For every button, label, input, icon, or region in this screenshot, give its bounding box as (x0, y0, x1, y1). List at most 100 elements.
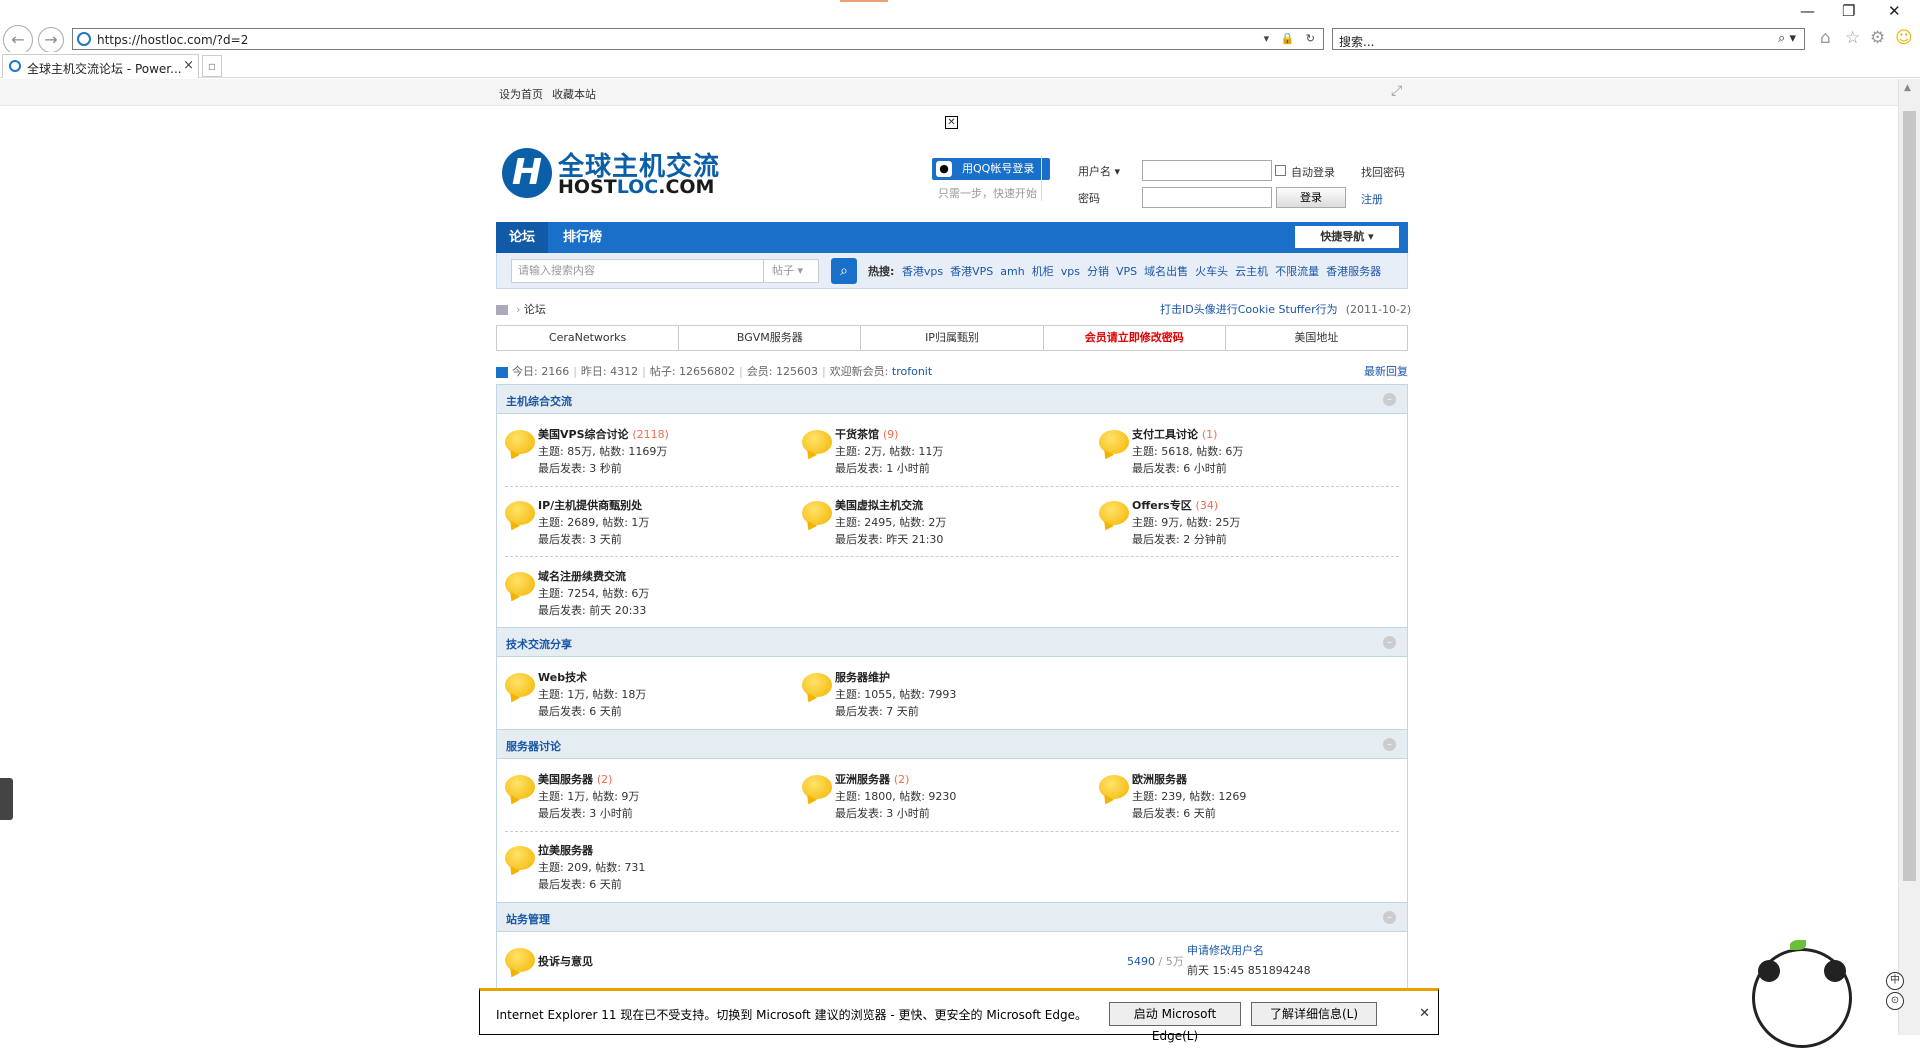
close-icon[interactable]: ✕ (1419, 1006, 1430, 1021)
new-member-link[interactable]: trofonit (892, 365, 932, 378)
username-input[interactable] (1142, 160, 1272, 181)
home-icon[interactable]: ⌂ (1820, 28, 1831, 48)
forum-item[interactable]: 域名注册续费交流 主题: 7254, 帖数: 6万 最后发表: 前天 20:33 (497, 566, 787, 622)
scroll-up-icon[interactable]: ▲ (1904, 83, 1911, 93)
auto-login-checkbox[interactable] (1275, 165, 1286, 176)
learn-more-button[interactable]: 了解详细信息(L) (1251, 1002, 1377, 1026)
password-input[interactable] (1142, 187, 1272, 208)
breadcrumb-current[interactable]: 论坛 (524, 303, 546, 316)
forgot-password-link[interactable]: 找回密码 (1361, 164, 1405, 180)
site-logo[interactable]: H 全球主机交流 HOSTLOC.COM (500, 146, 740, 208)
forum-last-post[interactable]: 最后发表: 6 天前 (538, 876, 622, 892)
side-widget[interactable] (0, 778, 13, 820)
collapse-icon[interactable]: – (1383, 911, 1396, 924)
favorite-link[interactable]: 收藏本站 (552, 86, 596, 102)
forum-item[interactable]: 干货茶馆 (9) 主题: 2万, 帖数: 11万 最后发表: 1 小时前 (794, 424, 1084, 480)
hot-link[interactable]: 火车头 (1195, 265, 1228, 278)
forum-search-input[interactable]: 请输入搜索内容 (511, 259, 766, 283)
hot-link[interactable]: VPS (1116, 265, 1137, 278)
search-type-select[interactable]: 帖子 ▾ (763, 259, 819, 283)
ad-link-alert[interactable]: 会员请立即修改密码 (1044, 326, 1226, 350)
home-icon[interactable] (496, 305, 508, 315)
forum-name[interactable]: 投诉与意见 (538, 953, 593, 969)
address-url[interactable]: https://hostloc.com/?d=2 (97, 33, 248, 47)
forum-last-post[interactable]: 最后发表: 6 小时前 (1132, 460, 1227, 476)
scroll-thumb[interactable] (1903, 111, 1916, 881)
hot-link[interactable]: 分销 (1087, 265, 1109, 278)
search-icon[interactable]: ⌕ ▾ (1778, 31, 1796, 46)
forum-name[interactable]: 干货茶馆 (9) (835, 426, 898, 442)
collapse-icon[interactable]: – (1383, 738, 1396, 751)
set-home-link[interactable]: 设为首页 (499, 86, 543, 102)
qq-login-button[interactable]: ● 用QQ帐号登录 (932, 158, 1050, 180)
forum-last-post[interactable]: 最后发表: 3 小时前 (538, 805, 633, 821)
forum-last-post[interactable]: 最后发表: 3 秒前 (538, 460, 622, 476)
collapse-icon[interactable]: – (1383, 393, 1396, 406)
collapse-icon[interactable]: – (1383, 636, 1396, 649)
category-title[interactable]: 技术交流分享 (506, 636, 572, 652)
minimize-icon[interactable]: — (1800, 2, 1815, 20)
forum-name[interactable]: 服务器维护 (835, 669, 890, 685)
favorites-star-icon[interactable]: ☆ (1845, 28, 1860, 48)
ad-link[interactable]: IP归属甄别 (861, 326, 1044, 350)
ime-mode-icon[interactable]: 中 (1886, 972, 1904, 990)
vertical-scrollbar[interactable]: ▲ (1898, 79, 1920, 1035)
forum-item[interactable]: 欧洲服务器 主题: 239, 帖数: 1269 最后发表: 6 天前 (1091, 769, 1381, 825)
hot-link[interactable]: 机柜 (1032, 265, 1054, 278)
back-icon[interactable]: ← (3, 25, 33, 55)
auto-login-label[interactable]: 自动登录 (1291, 164, 1335, 180)
nav-forum[interactable]: 论坛 (496, 222, 549, 253)
ime-option-icon[interactable]: ⊙ (1886, 992, 1904, 1010)
hot-link[interactable]: 云主机 (1235, 265, 1268, 278)
settings-gear-icon[interactable]: ⚙ (1870, 28, 1885, 48)
latest-replies-link[interactable]: 最新回复 (1364, 363, 1408, 379)
register-link[interactable]: 注册 (1361, 191, 1383, 207)
forum-item[interactable]: IP/主机提供商甄别处 主题: 2689, 帖数: 1万 最后发表: 3 天前 (497, 495, 787, 551)
forum-name[interactable]: 美国虚拟主机交流 (835, 497, 923, 513)
forum-last-post[interactable]: 最后发表: 前天 20:33 (538, 602, 646, 618)
category-title[interactable]: 主机综合交流 (506, 393, 572, 409)
forum-item[interactable]: 美国虚拟主机交流 主题: 2495, 帖数: 2万 最后发表: 昨天 21:30 (794, 495, 1084, 551)
forum-item[interactable]: Offers专区 (34) 主题: 9万, 帖数: 25万 最后发表: 2 分钟前 (1091, 495, 1381, 551)
forward-icon[interactable]: → (38, 27, 64, 53)
username-label[interactable]: 用户名 ▾ (1078, 163, 1120, 179)
hot-link[interactable]: 域名出售 (1144, 265, 1188, 278)
category-title[interactable]: 服务器讨论 (506, 738, 561, 754)
forum-last-post[interactable]: 最后发表: 7 天前 (835, 703, 919, 719)
forum-item[interactable]: Web技术 主题: 1万, 帖数: 18万 最后发表: 6 天前 (497, 667, 787, 723)
forum-last-post[interactable]: 最后发表: 1 小时前 (835, 460, 930, 476)
category-title[interactable]: 站务管理 (506, 911, 550, 927)
hot-link[interactable]: amh (1000, 265, 1024, 278)
hot-link[interactable]: 不限流量 (1275, 265, 1319, 278)
hot-link[interactable]: 香港vps (902, 265, 943, 278)
fullscreen-icon[interactable]: ⤢ (1391, 83, 1402, 99)
browser-tab[interactable]: 全球主机交流论坛 - Power... × (2, 54, 199, 78)
forum-last-post[interactable]: 最后发表: 昨天 21:30 (835, 531, 943, 547)
nav-ranking[interactable]: 排行榜 (550, 222, 615, 253)
restore-icon[interactable]: ❐ (1842, 2, 1855, 20)
forum-name[interactable]: 拉美服务器 (538, 842, 593, 858)
forum-name[interactable]: 支付工具讨论 (1) (1132, 426, 1217, 442)
close-icon[interactable]: ✕ (1888, 2, 1901, 20)
forum-name[interactable]: 域名注册续费交流 (538, 568, 626, 584)
forum-item[interactable]: 拉美服务器 主题: 209, 帖数: 731 最后发表: 6 天前 (497, 840, 787, 896)
forum-item[interactable]: 服务器维护 主题: 1055, 帖数: 7993 最后发表: 7 天前 (794, 667, 1084, 723)
forum-name[interactable]: 美国服务器 (2) (538, 771, 612, 787)
forum-item[interactable]: 美国服务器 (2) 主题: 1万, 帖数: 9万 最后发表: 3 小时前 (497, 769, 787, 825)
forum-name[interactable]: 美国VPS综合讨论 (2118) (538, 426, 669, 442)
forum-name[interactable]: IP/主机提供商甄别处 (538, 497, 642, 513)
forum-last-post[interactable]: 最后发表: 6 天前 (1132, 805, 1216, 821)
ad-link[interactable]: CeraNetworks (497, 326, 680, 350)
forum-item[interactable]: 美国VPS综合讨论 (2118) 主题: 85万, 帖数: 1169万 最后发表: … (497, 424, 787, 480)
login-button[interactable]: 登录 (1276, 187, 1346, 208)
forum-last-post[interactable]: 最后发表: 3 小时前 (835, 805, 930, 821)
forum-last-post[interactable]: 最后发表: 6 天前 (538, 703, 622, 719)
new-tab-icon[interactable]: ▫ (202, 55, 222, 77)
forum-name[interactable]: 亚洲服务器 (2) (835, 771, 909, 787)
forum-name[interactable]: 欧洲服务器 (1132, 771, 1187, 787)
forum-last-post[interactable]: 最后发表: 2 分钟前 (1132, 531, 1227, 547)
last-post-title[interactable]: 申请修改用户名 (1187, 942, 1311, 958)
quick-nav-button[interactable]: 快捷导航 ▾ (1295, 226, 1399, 248)
browser-search-box[interactable]: 搜索... ⌕ ▾ (1332, 28, 1805, 50)
ad-link[interactable]: 美国地址 (1226, 326, 1407, 350)
